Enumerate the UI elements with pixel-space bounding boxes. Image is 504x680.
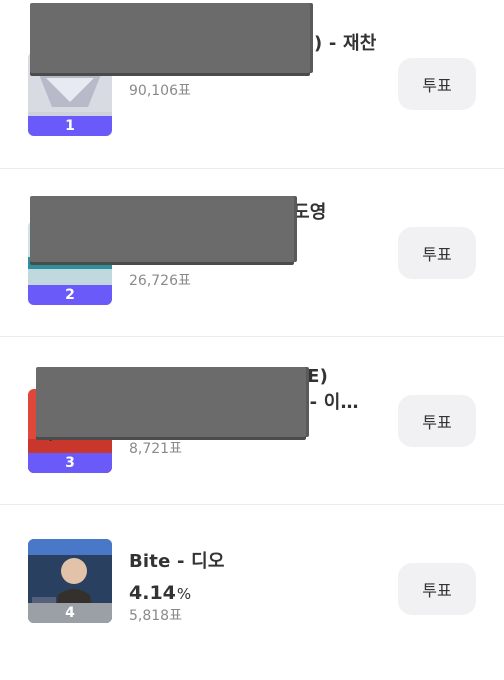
vote-percent-unit: % xyxy=(176,585,192,603)
rank-badge: 4 xyxy=(28,603,112,623)
album-cover-4: 4 xyxy=(28,539,112,623)
ranking-row-2: 2 도영 26,726표 투표 xyxy=(0,168,504,336)
song-title: n) - 재찬 xyxy=(301,33,377,54)
vote-count: 8,721표 xyxy=(129,441,182,457)
vote-percent-value: 4.14 xyxy=(129,582,176,604)
ranking-row-3: Episode.8 3 AGE) 티) - 이… 8,721표 투표 xyxy=(0,336,504,504)
ranking-row-4: 4 Bite - 디오 4.14% 5,818표 투표 xyxy=(0,504,504,672)
song-title: Bite - 디오 xyxy=(129,551,225,572)
vote-button[interactable]: 투표 xyxy=(398,58,476,110)
ranking-list: 1 n) - 재찬 90,106표 투표 2 도영 26,726표 투표 3 티… xyxy=(0,0,504,680)
vote-count: 90,106표 xyxy=(129,83,191,99)
vote-percent: 4.14% xyxy=(129,582,191,604)
vote-count: 5,818표 xyxy=(129,608,182,624)
rank-badge: 1 xyxy=(28,116,112,136)
redaction-box xyxy=(36,367,306,437)
vote-button[interactable]: 투표 xyxy=(398,227,476,279)
song-title: 도영 xyxy=(293,202,327,223)
redaction-box xyxy=(30,3,310,73)
vote-count: 26,726표 xyxy=(129,273,191,289)
vote-button[interactable]: 투표 xyxy=(398,563,476,615)
ranking-row-1: 1 n) - 재찬 90,106표 투표 xyxy=(0,0,504,168)
rank-badge: 2 xyxy=(28,285,112,305)
rank-badge: 3 xyxy=(28,453,112,473)
redaction-box xyxy=(30,196,294,262)
vote-button[interactable]: 투표 xyxy=(398,395,476,447)
